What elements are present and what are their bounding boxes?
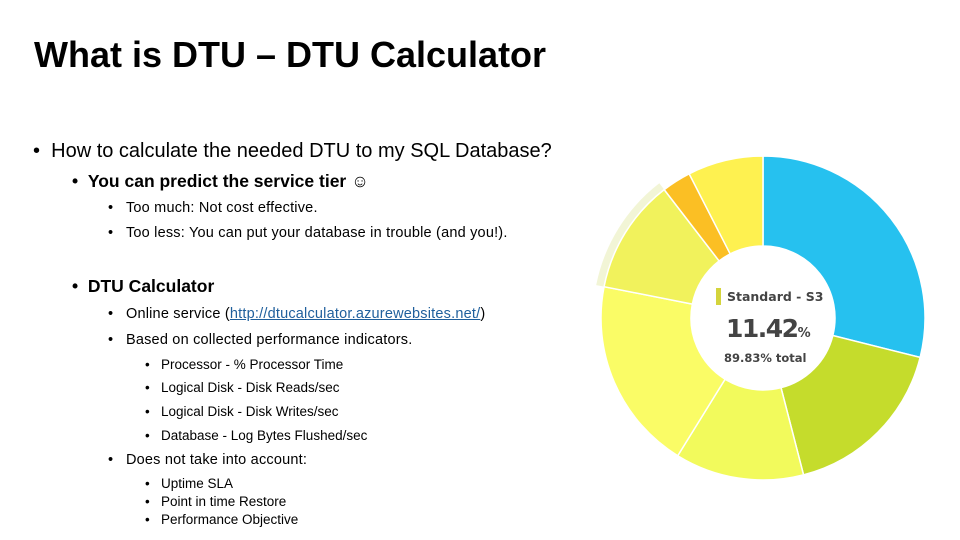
center-series-label: Standard - S3 xyxy=(716,286,823,305)
center-value: 11.42% xyxy=(726,314,811,343)
value-unit: % xyxy=(797,326,811,341)
value-number: 11.42 xyxy=(726,314,799,343)
dtu-donut-chart xyxy=(596,155,926,481)
center-total: 89.83% total xyxy=(724,351,807,365)
series-name: Standard - S3 xyxy=(727,289,824,304)
series-color-swatch xyxy=(716,288,721,305)
